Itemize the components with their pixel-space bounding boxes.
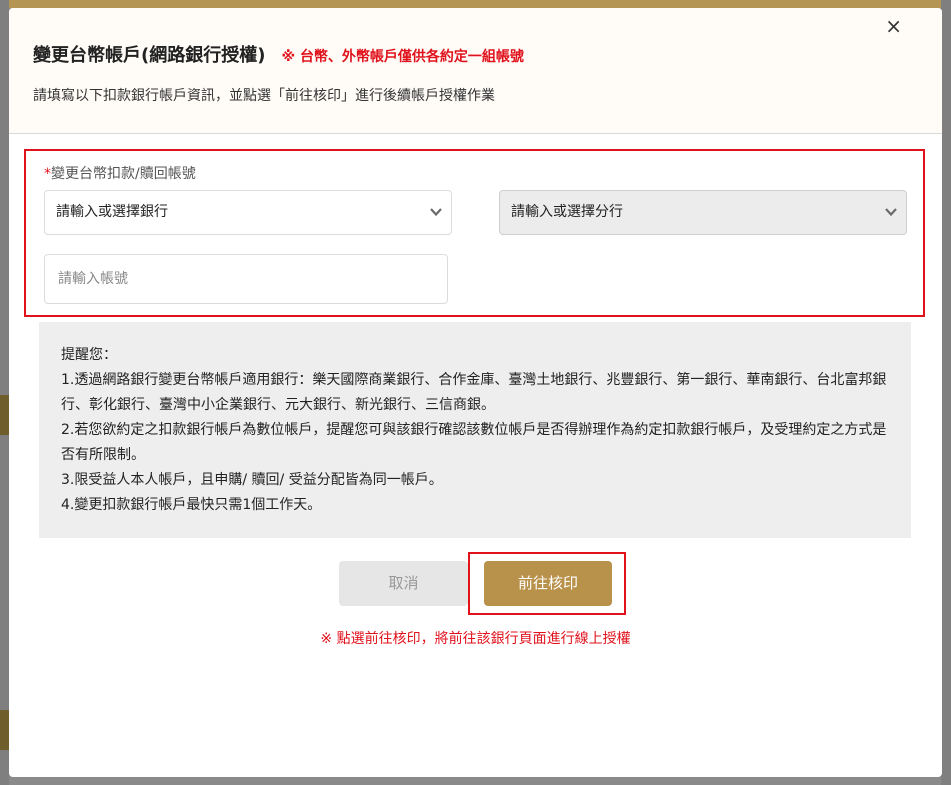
branch-select-value: 請輸入或選擇分行: [511, 204, 623, 220]
background-top-bar: [0, 0, 951, 8]
background-left-mark: [0, 395, 9, 435]
dialog-header: × 變更台幣帳戶(網路銀行授權) ※ 台幣、外幣帳戶僅供各約定一組帳號 請填寫以…: [9, 8, 942, 134]
title-row: 變更台幣帳戶(網路銀行授權) ※ 台幣、外幣帳戶僅供各約定一組帳號: [33, 41, 524, 67]
bank-select[interactable]: 請輸入或選擇銀行: [44, 190, 452, 235]
notice-item: 1.透過網路銀行變更台幣帳戶適用銀行：樂天國際商業銀行、合作金庫、臺灣土地銀行、…: [61, 372, 887, 413]
branch-select[interactable]: 請輸入或選擇分行: [499, 190, 907, 235]
account-form-label: *變更台幣扣款/贖回帳號: [44, 163, 196, 183]
close-icon[interactable]: ×: [885, 14, 902, 38]
dialog-title: 變更台幣帳戶(網路銀行授權): [33, 45, 266, 66]
notice-heading: 提醒您：: [61, 347, 117, 363]
background-right-edge: [941, 0, 951, 785]
background-left-edge: [0, 0, 9, 785]
authorize-footnote: ※ 點選前往核印，將前往該銀行頁面進行線上授權: [320, 631, 631, 647]
bank-select-value: 請輸入或選擇銀行: [56, 204, 168, 220]
dialog-subtitle: 請填寫以下扣款銀行帳戶資訊，並點選「前往核印」進行後續帳戶授權作業: [33, 88, 495, 104]
background-left-mark: [0, 710, 9, 750]
reminder-notice: 提醒您： 1.透過網路銀行變更台幣帳戶適用銀行：樂天國際商業銀行、合作金庫、臺灣…: [39, 322, 911, 538]
notice-item: 4.變更扣款銀行帳戶最快只需1個工作天。: [61, 497, 322, 513]
account-number-input[interactable]: [44, 254, 448, 304]
go-to-authorize-button[interactable]: 前往核印: [484, 561, 612, 606]
change-account-dialog: × 變更台幣帳戶(網路銀行授權) ※ 台幣、外幣帳戶僅供各約定一組帳號 請填寫以…: [9, 8, 942, 777]
cancel-button[interactable]: 取消: [339, 561, 468, 606]
required-mark: *: [44, 166, 51, 182]
title-note: ※ 台幣、外幣帳戶僅供各約定一組帳號: [281, 49, 524, 65]
close-button[interactable]: ×: [885, 16, 902, 36]
notice-item: 3.限受益人本人帳戶，且申購/ 贖回/ 受益分配皆為同一帳戶。: [61, 472, 443, 488]
notice-item: 2.若您欲約定之扣款銀行帳戶為數位帳戶，提醒您可與該銀行確認該數位帳戶是否得辦理…: [61, 422, 887, 463]
form-label-text: 變更台幣扣款/贖回帳號: [51, 166, 196, 182]
chevron-down-icon: [885, 208, 897, 217]
chevron-down-icon: [430, 208, 442, 217]
account-form: *變更台幣扣款/贖回帳號 請輸入或選擇銀行 請輸入或選擇分行: [24, 149, 925, 317]
